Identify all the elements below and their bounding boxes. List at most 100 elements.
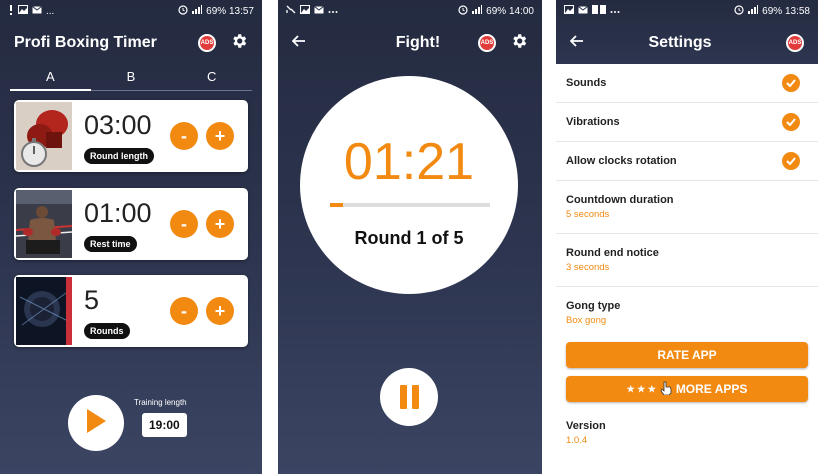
rounds-label: Rounds <box>84 323 130 339</box>
setting-value: 3 seconds <box>566 262 610 273</box>
rounds-minus-button[interactable]: - <box>170 297 198 325</box>
rounds-value: 5 <box>84 285 100 315</box>
notification-icon <box>8 4 14 18</box>
setting-value: Box gong <box>566 315 607 326</box>
resting-boxer-image <box>15 190 73 258</box>
round-progress-bar <box>330 203 490 207</box>
mail-icon <box>314 5 324 17</box>
training-length-label: Training length <box>134 398 187 407</box>
more-icon <box>610 6 620 17</box>
round-length-value: 03:00 <box>84 110 152 140</box>
rest-time-value: 01:00 <box>84 198 152 228</box>
round-length-minus-button[interactable]: - <box>170 122 198 150</box>
no-ads-icon[interactable]: ADS <box>477 34 496 52</box>
network-icon <box>286 5 296 17</box>
more-apps-label: MORE APPS <box>675 382 748 396</box>
back-arrow-icon[interactable] <box>291 34 306 52</box>
setting-label: Gong type <box>566 300 621 312</box>
hand-pointer-icon <box>660 381 672 398</box>
fight-screen: 69% 14:00 Fight! ADS 01:21 Round 1 of 5 <box>278 0 542 474</box>
signal-icon <box>748 5 759 17</box>
countdown-display: 01:21 <box>343 133 475 191</box>
app-icon <box>592 5 606 17</box>
image-icon <box>18 5 28 17</box>
app-bar: Fight! ADS <box>278 22 542 64</box>
version-value: 1.0.4 <box>566 435 588 446</box>
setting-label: Round end notice <box>566 247 659 259</box>
setting-vibrations[interactable]: Vibrations <box>556 103 818 142</box>
timer-setup-screen: ... 69% 13:57 Profi Boxing Timer ADS A B… <box>0 0 262 474</box>
rounds-plus-button[interactable]: + <box>206 297 234 325</box>
setting-label: Countdown duration <box>566 194 674 206</box>
rest-time-label: Rest time <box>84 236 137 252</box>
no-ads-icon[interactable]: ADS <box>198 34 216 52</box>
mail-icon <box>32 5 42 17</box>
rate-app-button[interactable]: RATE APP <box>566 342 808 368</box>
preset-tabs: A B C <box>10 64 252 91</box>
image-icon <box>564 5 574 17</box>
settings-list: Sounds Vibrations Allow clocks rotation … <box>556 64 818 452</box>
signal-icon <box>192 5 203 17</box>
status-bar: 69% 14:00 <box>278 0 542 22</box>
boxing-gloves-stopwatch-image <box>16 102 72 170</box>
page-title: Fight! <box>395 34 441 51</box>
app-bar: Profi Boxing Timer ADS <box>0 22 262 64</box>
settings-screen: 69% 13:58 Settings ADS Sounds Vibrations… <box>556 0 818 474</box>
setting-allow-clocks-rotation[interactable]: Allow clocks rotation <box>556 142 818 181</box>
stars-icon: ★ ★ ★ <box>626 383 656 394</box>
setting-value: 5 seconds <box>566 209 610 220</box>
rounds-card: 5 Rounds - + <box>14 275 248 347</box>
signal-icon <box>472 5 483 17</box>
checkmark-icon[interactable] <box>782 152 800 170</box>
alarm-icon <box>178 4 188 18</box>
gear-icon[interactable] <box>230 32 248 55</box>
status-left-text: ... <box>46 5 55 17</box>
tab-c[interactable]: C <box>171 64 252 90</box>
status-right-text: 69% 14:00 <box>486 5 534 17</box>
status-right-text: 69% 13:58 <box>762 5 810 17</box>
play-icon <box>85 408 107 439</box>
punching-glove-image <box>16 277 72 345</box>
settings-header: 69% 13:58 Settings ADS <box>556 0 818 64</box>
app-bar: Settings ADS <box>556 22 818 64</box>
start-button[interactable] <box>68 395 124 451</box>
checkmark-icon[interactable] <box>782 74 800 92</box>
setting-label: Allow clocks rotation <box>566 155 677 167</box>
setting-countdown-duration[interactable]: Countdown duration 5 seconds <box>556 181 818 234</box>
page-title: Profi Boxing Timer <box>14 34 157 51</box>
round-length-plus-button[interactable]: + <box>206 122 234 150</box>
image-icon <box>300 5 310 17</box>
more-apps-button[interactable]: ★ ★ ★ MORE APPS <box>566 376 808 402</box>
status-bar: 69% 13:58 <box>556 0 818 22</box>
round-counter: Round 1 of 5 <box>354 228 464 248</box>
status-bar: ... 69% 13:57 <box>0 0 262 22</box>
pause-button[interactable] <box>380 368 438 426</box>
version-info: Version 1.0.4 <box>556 402 818 452</box>
round-progress-fill <box>330 203 343 207</box>
more-icon <box>328 6 338 17</box>
page-title: Settings <box>648 34 712 51</box>
checkmark-icon[interactable] <box>782 113 800 131</box>
status-right-text: 69% 13:57 <box>206 5 254 17</box>
round-length-label: Round length <box>84 148 154 164</box>
tab-b[interactable]: B <box>91 64 172 90</box>
rest-time-card: 01:00 Rest time - + <box>14 188 248 260</box>
alarm-icon <box>734 4 744 18</box>
rest-time-minus-button[interactable]: - <box>170 210 198 238</box>
training-length-value: 19:00 <box>142 413 187 437</box>
setting-label: Vibrations <box>566 116 620 128</box>
mail-icon <box>578 5 588 17</box>
setting-gong-type[interactable]: Gong type Box gong <box>556 287 818 340</box>
setting-label: Sounds <box>566 77 607 89</box>
rest-time-plus-button[interactable]: + <box>206 210 234 238</box>
alarm-icon <box>458 4 468 18</box>
timer-dial: 01:21 Round 1 of 5 <box>300 76 518 294</box>
setting-sounds[interactable]: Sounds <box>556 64 818 103</box>
back-arrow-icon[interactable] <box>569 34 584 52</box>
setting-round-end-notice[interactable]: Round end notice 3 seconds <box>556 234 818 287</box>
no-ads-icon[interactable]: ADS <box>786 34 804 52</box>
round-length-card: 03:00 Round length - + <box>14 100 248 172</box>
version-label: Version <box>566 420 606 432</box>
tab-a[interactable]: A <box>10 64 91 91</box>
gear-icon[interactable] <box>510 32 528 55</box>
